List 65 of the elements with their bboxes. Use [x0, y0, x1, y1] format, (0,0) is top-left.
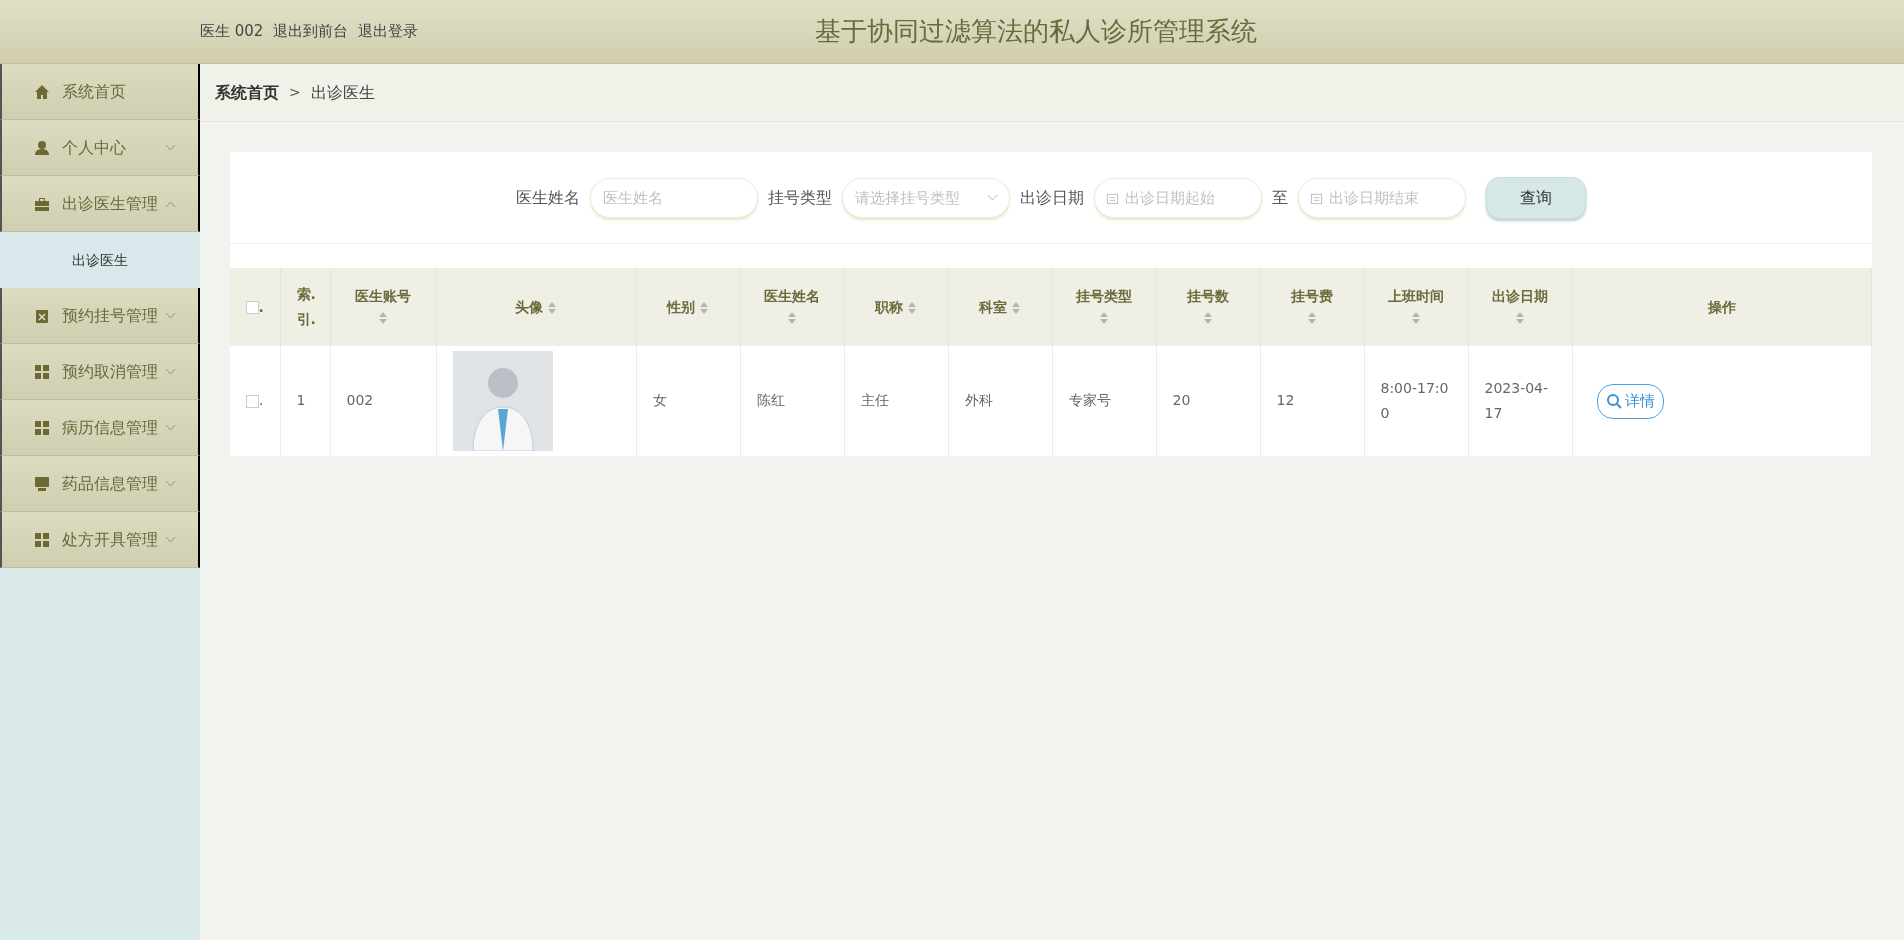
column-header[interactable]: 出诊日期: [1492, 288, 1548, 304]
date-field[interactable]: 出诊日期结束: [1298, 177, 1466, 218]
clipboard-x-icon: [34, 307, 50, 324]
user-icon: [34, 139, 50, 156]
column-header[interactable]: 挂号类型: [1076, 288, 1132, 304]
sidebar-item[interactable]: 处方开具管理: [0, 512, 200, 568]
date-field[interactable]: 出诊日期起始: [1094, 177, 1262, 218]
checkbox-label: .: [259, 392, 264, 409]
column-header[interactable]: 医生账号: [355, 288, 411, 304]
sidebar-item[interactable]: 预约取消管理: [0, 344, 200, 400]
column-header[interactable]: 头像: [514, 298, 543, 315]
table-cell: 12: [1276, 392, 1295, 409]
user-label: 医生 002: [200, 21, 264, 43]
sidebar-item[interactable]: 药品信息管理: [0, 456, 200, 512]
field-label: 至: [1272, 186, 1288, 209]
table-cell: 2023-04-17: [1484, 379, 1549, 421]
breadcrumb-item: 出诊医生: [310, 81, 375, 104]
sidebar-item[interactable]: 系统首页: [0, 64, 200, 120]
input-field[interactable]: 医生姓名: [590, 177, 758, 218]
sidebar-item[interactable]: 出诊医生管理: [0, 176, 200, 232]
page-title: 基于协同过滤算法的私人诊所管理系统: [815, 15, 1258, 48]
column-header[interactable]: 性别: [666, 298, 695, 315]
header-link[interactable]: 退出登录: [358, 20, 419, 43]
briefcase-icon: [34, 195, 50, 212]
checkbox[interactable]: [246, 394, 259, 408]
caret-icon: [987, 193, 998, 202]
sidebar-item[interactable]: 个人中心: [0, 120, 200, 176]
field-label: 挂号类型: [768, 186, 832, 209]
home-icon: [34, 83, 50, 100]
column-header[interactable]: 挂号数: [1187, 288, 1229, 304]
table-cell: 20: [1172, 392, 1191, 409]
table-cell: 陈红: [756, 392, 785, 409]
calendar-icon: [1106, 191, 1119, 205]
table-cell: 专家号: [1068, 392, 1111, 409]
search-icon: [1605, 393, 1622, 409]
monitor-icon: [34, 475, 50, 492]
sidebar-item[interactable]: 预约挂号管理: [0, 288, 200, 344]
header-link[interactable]: 退出到前台: [273, 20, 349, 43]
checkbox[interactable]: [245, 301, 259, 314]
checkbox-label: .: [258, 298, 264, 315]
table-cell: 002: [346, 392, 374, 409]
breadcrumb-item[interactable]: 系统首页: [215, 80, 279, 105]
grid-icon: [34, 419, 50, 436]
column-header: 操作: [1707, 298, 1736, 315]
field-label: 医生姓名: [516, 186, 580, 209]
grid-icon: [34, 363, 50, 380]
column-header: 索.引.: [296, 284, 314, 329]
field-label: 出诊日期: [1020, 186, 1084, 209]
table-cell: 8:00-17:00: [1380, 379, 1449, 421]
table-cell: 外科: [964, 392, 993, 409]
column-header[interactable]: 科室: [978, 298, 1007, 315]
select-field[interactable]: 请选择挂号类型: [842, 177, 1010, 218]
search-button[interactable]: 查询: [1486, 176, 1586, 219]
sidebar-item[interactable]: 病历信息管理: [0, 400, 200, 456]
table-cell: 女: [652, 392, 667, 409]
column-header[interactable]: 挂号费: [1291, 288, 1333, 304]
column-header[interactable]: 职称: [874, 298, 903, 315]
table-cell: 主任: [860, 392, 889, 409]
breadcrumb-separator: >: [289, 83, 301, 102]
column-header[interactable]: 上班时间: [1388, 288, 1444, 304]
details-button[interactable]: 详情: [1596, 383, 1664, 419]
column-header[interactable]: 医生姓名: [764, 288, 820, 304]
calendar-icon: [1310, 191, 1323, 205]
table-cell: 1: [296, 392, 306, 409]
grid-icon: [34, 531, 50, 548]
